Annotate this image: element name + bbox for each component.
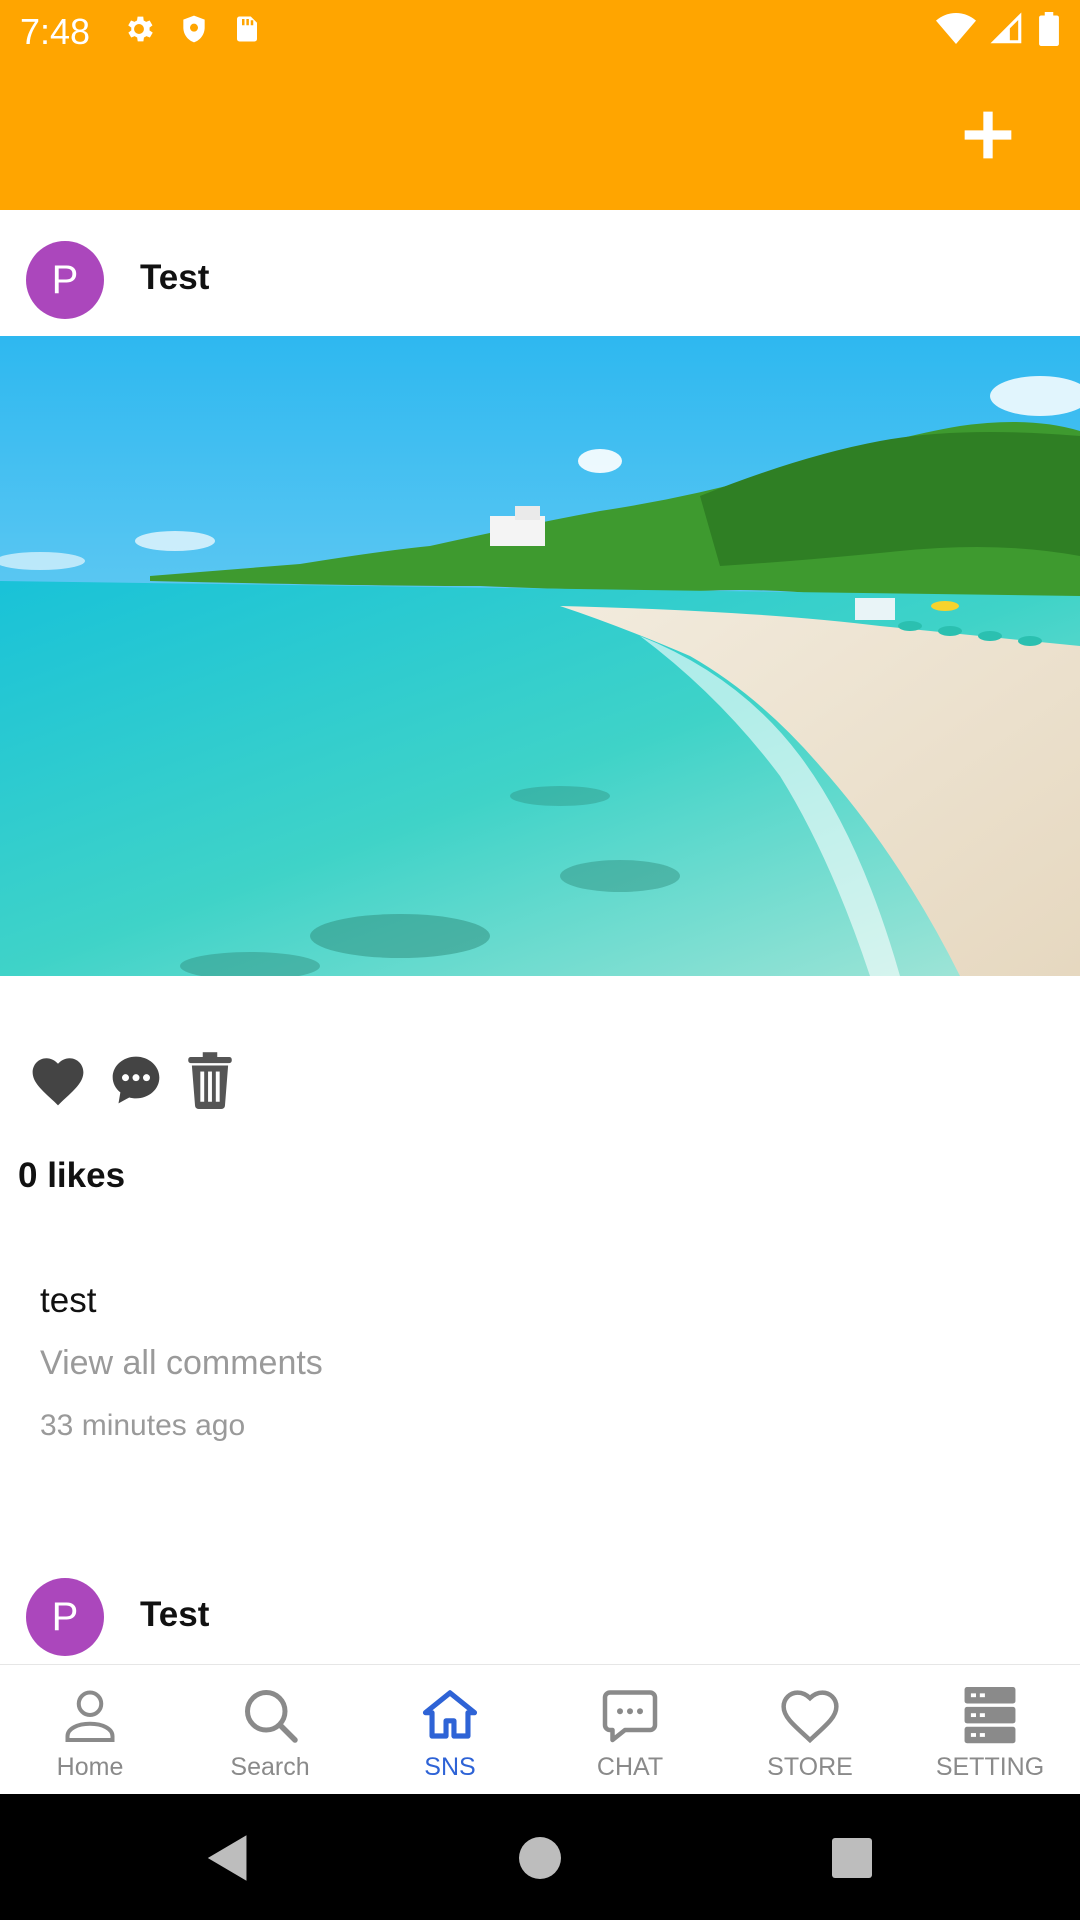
trash-icon <box>188 1052 232 1109</box>
signal-icon <box>990 12 1024 51</box>
like-button[interactable] <box>26 1048 90 1112</box>
home-circle-icon <box>519 1837 561 1879</box>
nav-label: Home <box>56 1753 124 1781</box>
nav-sns[interactable]: SNS <box>360 1665 540 1795</box>
system-navigation-bar <box>0 1794 1080 1920</box>
comment-bubble-icon <box>112 1056 160 1104</box>
home-icon <box>418 1683 482 1747</box>
add-post-button[interactable] <box>956 103 1020 167</box>
nav-label: STORE <box>767 1753 853 1781</box>
sns-feed[interactable]: P Test 0 likes test View all comments 33… <box>0 210 1080 1664</box>
chat-icon <box>598 1683 662 1747</box>
post-header: P Test <box>0 210 1080 336</box>
person-icon <box>58 1683 122 1747</box>
post-card: P Test <box>0 1556 1080 1664</box>
post-username[interactable]: Test <box>140 258 209 298</box>
delete-button[interactable] <box>178 1048 242 1112</box>
comment-button[interactable] <box>104 1048 168 1112</box>
heart-outline-icon <box>778 1683 842 1747</box>
avatar[interactable]: P <box>26 241 104 319</box>
recents-square-icon <box>832 1838 872 1878</box>
post-image-beach[interactable] <box>0 336 1080 976</box>
post-header: P Test <box>0 1556 1080 1664</box>
nav-home[interactable]: Home <box>0 1665 180 1795</box>
bottom-navigation: Home Search SNS CHAT STORE SETTING <box>0 1664 1080 1795</box>
avatar[interactable]: P <box>26 1578 104 1656</box>
back-triangle-icon <box>207 1835 247 1881</box>
wifi-icon <box>936 12 976 51</box>
post-actions <box>0 976 1080 1156</box>
nav-search[interactable]: Search <box>180 1665 360 1795</box>
view-all-comments-link[interactable]: View all comments <box>40 1344 323 1383</box>
nav-store[interactable]: STORE <box>720 1665 900 1795</box>
nav-setting[interactable]: SETTING <box>900 1665 1080 1795</box>
nav-label: Search <box>230 1753 310 1781</box>
nav-label: SETTING <box>935 1753 1045 1781</box>
server-icon <box>958 1683 1022 1747</box>
shield-icon <box>178 12 210 51</box>
likes-count: 0 likes <box>18 1156 126 1195</box>
post-timestamp: 33 minutes ago <box>40 1409 246 1442</box>
status-bar: 7:48 <box>0 0 1080 63</box>
post-caption: test <box>40 1281 97 1320</box>
heart-icon <box>32 1058 84 1106</box>
home-button[interactable] <box>512 1830 568 1886</box>
status-time: 7:48 <box>20 11 91 52</box>
battery-icon <box>1038 12 1060 51</box>
plus-icon <box>964 111 1012 159</box>
post-username[interactable]: Test <box>140 1595 209 1635</box>
post-card: P Test <box>0 210 1080 1556</box>
nav-label: CHAT <box>596 1753 664 1781</box>
nav-label: SNS <box>424 1753 476 1781</box>
settings-gear-icon <box>122 12 156 51</box>
recents-button[interactable] <box>824 1830 880 1886</box>
back-button[interactable] <box>198 1830 254 1886</box>
app-bar <box>0 63 1080 210</box>
sd-card-icon <box>232 12 262 51</box>
nav-chat[interactable]: CHAT <box>540 1665 720 1795</box>
search-icon <box>238 1683 302 1747</box>
